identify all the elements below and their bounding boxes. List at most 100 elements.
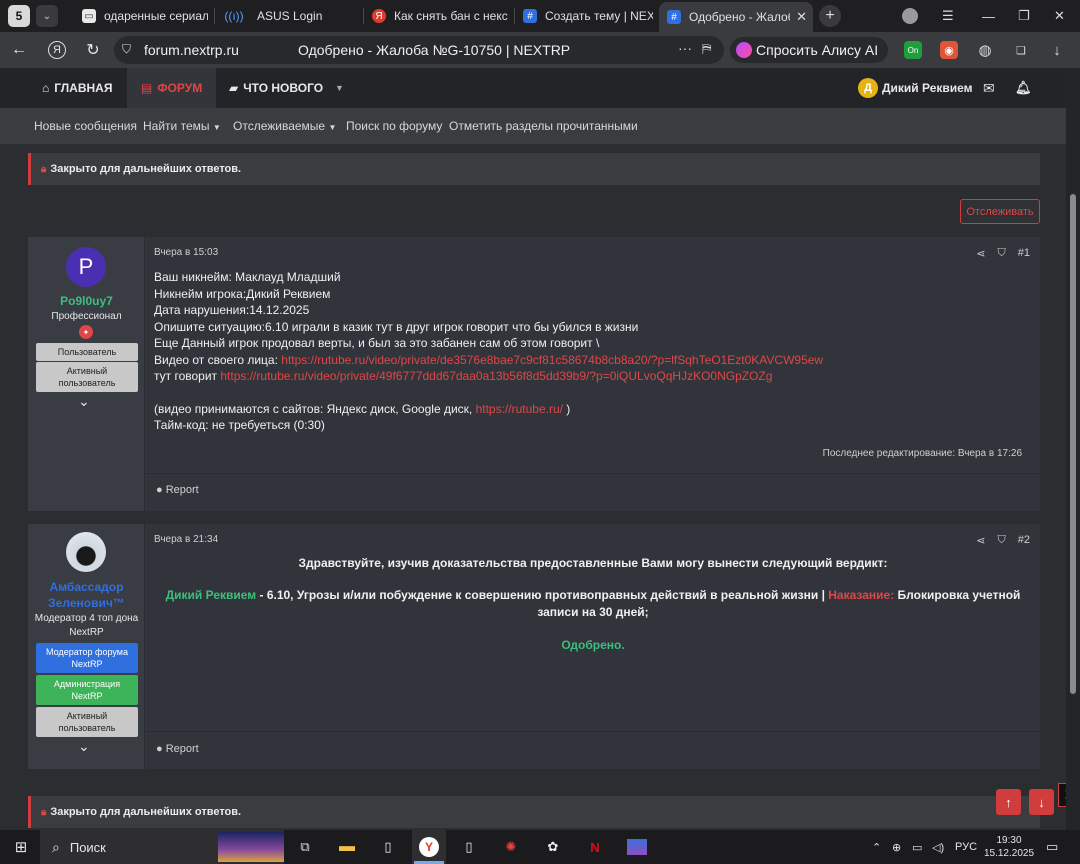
nav-home[interactable]: ⌂ ГЛАВНАЯ xyxy=(42,68,112,108)
task-view-icon[interactable]: ⧉ xyxy=(292,835,318,859)
extension-green-icon[interactable]: On xyxy=(904,41,922,59)
tray-battery-icon[interactable]: ⊕ xyxy=(892,830,901,864)
subnav-watched[interactable]: Отслеживаемые ▼ xyxy=(233,119,336,133)
document-taskbar-icon[interactable]: ▯ xyxy=(456,835,482,859)
minimize-icon[interactable]: — xyxy=(982,0,995,32)
badge-user: Пользователь xyxy=(36,343,138,361)
menu-icon[interactable]: ☰ xyxy=(942,0,954,32)
yandex-icon: Я xyxy=(372,9,386,23)
subnav-find-threads[interactable]: Найти темы ▼ xyxy=(143,119,221,133)
post-1-body: Вчера в 15:03 ⋖ ⛉ #1 Ваш никнейм: Маклау… xyxy=(146,237,1040,511)
verdict-greeting: Здравствуйте, изучив доказательства пред… xyxy=(298,556,888,570)
notepad-icon[interactable]: ▯ xyxy=(375,835,401,859)
tray-overflow-icon[interactable]: ⌃ xyxy=(872,830,881,864)
share-icon[interactable]: ⋖ xyxy=(976,247,985,260)
post-author-name[interactable]: Амбассадор Зеленович™ xyxy=(28,579,145,611)
url-field[interactable]: ⛉ forum.nextrp.ru Одобрено - Жалоба №G-1… xyxy=(114,36,724,64)
avatar[interactable]: P xyxy=(66,247,106,287)
avatar: Д xyxy=(858,78,878,98)
router-icon: ((ı)) xyxy=(224,9,244,23)
post-number[interactable]: #2 xyxy=(1018,534,1030,547)
post-2: Амбассадор Зеленович™ Модератор 4 топ до… xyxy=(28,524,1040,769)
says-video-link[interactable]: https://rutube.ru/video/private/49f6777d… xyxy=(220,369,772,383)
extension-shield-icon[interactable]: ◉ xyxy=(940,41,958,59)
subnav-new-posts[interactable]: Новые сообщения xyxy=(34,119,137,133)
chevron-down-icon: ▼ xyxy=(328,123,337,132)
tab-1[interactable]: ▭ одаренные сериал — Я xyxy=(76,3,214,29)
chevron-down-icon[interactable]: ⌄ xyxy=(78,738,90,755)
verdict-result: Одобрено. xyxy=(561,638,625,652)
notifications-icon[interactable]: ▭ xyxy=(1046,830,1058,864)
clock[interactable]: 19:30 15.12.2025 xyxy=(984,830,1034,864)
profile-icon[interactable] xyxy=(902,0,918,32)
bell-icon[interactable]: 🔔︎ xyxy=(1015,68,1032,108)
collections-icon[interactable]: ❏ xyxy=(1012,41,1030,59)
follow-button[interactable]: Отслеживать xyxy=(960,199,1040,224)
rutube-link[interactable]: https://rutube.ru/ xyxy=(476,402,563,416)
download-icon[interactable]: ↓ xyxy=(1048,41,1066,59)
ask-alisa-button[interactable]: Спросить Алису AI xyxy=(730,37,889,63)
post-time[interactable]: Вчера в 15:03 xyxy=(154,247,218,258)
subnav-mark-read[interactable]: Отметить разделы прочитанными xyxy=(449,119,638,133)
file-explorer-icon[interactable]: ▬ xyxy=(334,835,360,859)
report-link[interactable]: ● Report xyxy=(156,743,199,755)
forum-icon: ▤ xyxy=(141,81,153,95)
browser-tab-strip: 5 ⌄ ▭ одаренные сериал — Я ((ı)) ASUS Lo… xyxy=(0,0,1080,32)
scroll-bottom-button[interactable]: ↓ xyxy=(1029,789,1054,815)
forum-main-nav: ⌂ ГЛАВНАЯ ▤ ФОРУМ ▰ ЧТО НОВОГО ▼ Д Дикий… xyxy=(0,68,1066,108)
post-number[interactable]: #1 xyxy=(1018,247,1030,260)
globe-icon[interactable]: ◍ xyxy=(976,41,994,59)
chatgpt-icon[interactable]: ✿ xyxy=(540,835,566,859)
info-icon: ● xyxy=(156,743,163,755)
post-author-name[interactable]: Po9l0uy7 xyxy=(28,294,145,308)
new-tab-button[interactable]: + xyxy=(819,5,841,27)
user-menu[interactable]: Д Дикий Реквием xyxy=(858,68,973,108)
taskbar-search[interactable]: ⌕ Поиск xyxy=(40,830,284,864)
tab-5-active[interactable]: # Одобрено - Жалоба ✕ xyxy=(659,2,813,32)
badge-active-user: Активный пользователь xyxy=(36,362,138,392)
volume-icon[interactable]: ◁) xyxy=(932,830,944,864)
document-icon: ▭ xyxy=(82,9,96,23)
game-launcher-icon[interactable]: ✺ xyxy=(498,835,524,859)
page-scrollbar[interactable] xyxy=(1066,68,1080,830)
nav-forum[interactable]: ▤ ФОРУМ xyxy=(127,68,217,108)
photos-icon[interactable] xyxy=(624,835,650,859)
close-window-icon[interactable]: ✕ xyxy=(1054,0,1065,32)
tab-counter[interactable]: 5 xyxy=(8,5,30,27)
nav-whats-new[interactable]: ▰ ЧТО НОВОГО ▼ xyxy=(229,68,344,108)
reload-icon[interactable]: ↻ xyxy=(78,35,108,65)
network-icon[interactable]: ▭ xyxy=(912,830,922,864)
post-1: P Po9l0uy7 Профессионал ✦ Пользователь А… xyxy=(28,237,1040,511)
report-link[interactable]: ● Report xyxy=(156,484,199,496)
yandex-browser-taskbar-icon[interactable]: Y xyxy=(416,835,442,859)
yandex-home-icon[interactable]: Я xyxy=(42,35,72,65)
restore-icon[interactable]: ❐ xyxy=(1018,0,1030,32)
share-icon[interactable]: ⋖ xyxy=(976,534,985,547)
inbox-icon[interactable]: ✉ xyxy=(983,68,995,108)
post-actions: ⋖ ⛉ #2 xyxy=(976,534,1030,547)
site-info-icon[interactable]: ⛉ xyxy=(122,42,131,57)
avatar[interactable] xyxy=(66,532,106,572)
bookmark-icon[interactable]: ⛉ xyxy=(998,534,1006,547)
tab-2[interactable]: ((ı)) ASUS Login xyxy=(215,3,363,29)
back-icon[interactable]: ← xyxy=(4,35,34,65)
close-tab-icon[interactable]: ✕ xyxy=(796,9,807,25)
chevron-down-icon[interactable]: ⌄ xyxy=(78,393,90,410)
tabs-dropdown-icon[interactable]: ⌄ xyxy=(36,5,58,27)
tab-4[interactable]: # Создать тему | NEXTRP xyxy=(515,3,659,29)
scroll-thumb[interactable] xyxy=(1070,194,1076,694)
windows-start-icon[interactable]: ⊞ xyxy=(8,835,34,859)
video-link[interactable]: https://rutube.ru/video/private/de3576e8… xyxy=(281,353,823,367)
scroll-top-button[interactable]: ↑ xyxy=(996,789,1021,815)
alisa-icon xyxy=(736,42,752,58)
post-2-body: Вчера в 21:34 ⋖ ⛉ #2 Здравствуйте, изучи… xyxy=(146,524,1040,769)
netflix-icon[interactable]: N xyxy=(582,835,608,859)
post-time[interactable]: Вчера в 21:34 xyxy=(154,534,218,545)
language-indicator[interactable]: РУС xyxy=(955,830,977,864)
tab-3[interactable]: Я Как снять бан с некст xyxy=(364,3,514,29)
more-icon[interactable]: ··· xyxy=(678,40,692,56)
lock-icon: 🔒︎ xyxy=(41,163,47,175)
subnav-search-forum[interactable]: Поиск по форуму xyxy=(346,119,442,133)
bookmark-icon[interactable]: ⛿ xyxy=(702,41,711,57)
bookmark-icon[interactable]: ⛉ xyxy=(998,247,1006,260)
